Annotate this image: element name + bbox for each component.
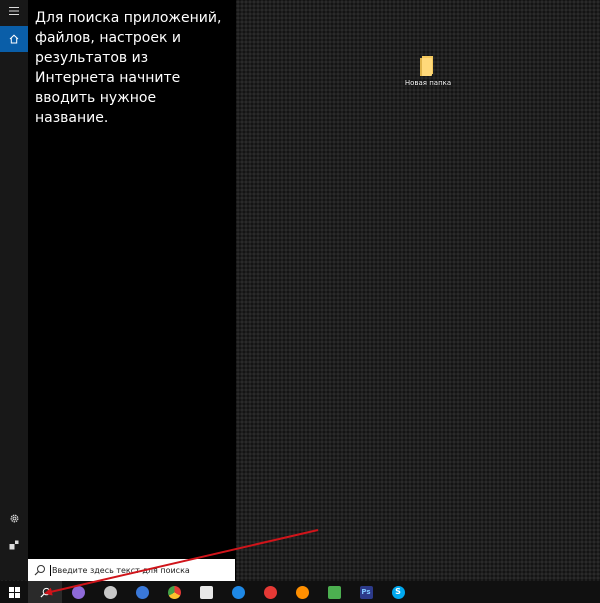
search-icon <box>34 565 45 576</box>
taskbar-search-button[interactable] <box>28 581 62 603</box>
taskbar-app-skype[interactable]: S <box>382 581 414 603</box>
start-rail <box>0 0 28 580</box>
text-caret <box>50 564 51 576</box>
hamburger-menu-icon <box>9 7 19 15</box>
windows-logo-icon <box>8 586 20 598</box>
search-box[interactable] <box>28 559 235 581</box>
hamburger-menu-button[interactable] <box>0 0 28 22</box>
settings-button[interactable] <box>0 505 28 531</box>
taskbar-app-launcher[interactable] <box>126 581 158 603</box>
user-icon <box>9 540 19 550</box>
gear-icon <box>10 514 18 522</box>
user-account-button[interactable] <box>0 532 28 558</box>
launcher-icon <box>135 585 149 599</box>
chrome-icon <box>167 585 181 599</box>
search-input[interactable] <box>52 565 222 575</box>
search-hint-text: Для поиска приложений, файлов, настроек … <box>35 10 222 126</box>
skype-icon: S <box>391 585 405 599</box>
taskbar-app-firefox[interactable] <box>286 581 318 603</box>
desktop-folder[interactable]: Новая папка <box>400 54 456 87</box>
taskbar-app-store[interactable] <box>190 581 222 603</box>
taskbar-app-photoshop[interactable]: Ps <box>350 581 382 603</box>
desktop-folder-label: Новая папка <box>404 79 452 87</box>
yandex-browser-icon <box>103 585 117 599</box>
firefox-icon <box>295 585 309 599</box>
folder-icon <box>420 56 436 76</box>
taskbar-app-calculator[interactable] <box>318 581 350 603</box>
photoshop-icon: Ps <box>359 585 373 599</box>
opera-icon <box>263 585 277 599</box>
store-icon <box>199 585 213 599</box>
taskbar-app-opera[interactable] <box>254 581 286 603</box>
taskbar-app-edge[interactable] <box>222 581 254 603</box>
screen: Новая папка Для поиска приложений, файло… <box>0 0 600 603</box>
home-icon <box>9 34 19 44</box>
search-icon <box>39 587 50 598</box>
cortana-icon <box>71 585 85 599</box>
taskbar-app-yandex-browser[interactable] <box>94 581 126 603</box>
calculator-icon <box>327 585 341 599</box>
home-button[interactable] <box>0 26 28 52</box>
taskbar-app-chrome[interactable] <box>158 581 190 603</box>
edge-icon <box>231 585 245 599</box>
taskbar: Ps S <box>0 581 600 603</box>
taskbar-app-cortana[interactable] <box>62 581 94 603</box>
start-search-panel: Для поиска приложений, файлов, настроек … <box>0 0 236 580</box>
start-button[interactable] <box>0 581 28 603</box>
